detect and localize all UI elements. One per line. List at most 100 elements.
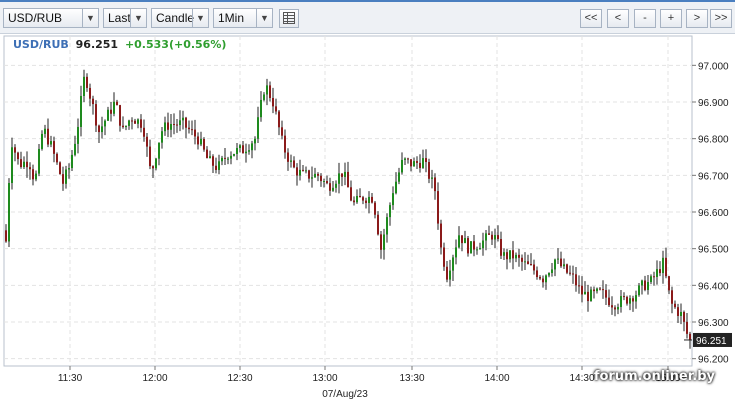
candle-body: [26, 161, 28, 168]
candle-body: [137, 119, 139, 124]
candle-body: [170, 124, 172, 130]
candle-body: [521, 257, 523, 262]
candle-body: [47, 128, 49, 145]
candle-body: [29, 167, 31, 170]
candle-body: [686, 321, 688, 334]
candle-body: [617, 307, 619, 310]
candle-body: [455, 247, 457, 258]
candle-body: [101, 126, 103, 133]
candle-body: [443, 247, 445, 267]
candle-body: [599, 288, 601, 290]
chart-type-label: Candle: [156, 11, 195, 25]
candle-body: [233, 154, 235, 156]
candle-body: [410, 159, 412, 167]
candle-body: [584, 291, 586, 295]
candle-body: [104, 120, 106, 127]
candle-body: [185, 117, 187, 128]
candle-body: [251, 143, 253, 151]
candle-body: [659, 269, 661, 274]
candle-body: [596, 288, 598, 292]
candle-body: [155, 158, 157, 169]
candle-body: [272, 97, 274, 107]
candle-body: [59, 162, 61, 175]
zoom-in-button[interactable]: +: [660, 9, 682, 28]
interval-dropdown[interactable]: 1Min ▼: [213, 8, 273, 28]
candle-body: [470, 241, 472, 254]
candle-body: [575, 274, 577, 286]
candle-body: [44, 128, 46, 134]
scroll-left-button[interactable]: <: [607, 9, 629, 28]
y-tick-label: 96.200: [698, 355, 729, 366]
candle-body: [458, 235, 460, 248]
candle-body: [146, 136, 148, 147]
chart-type-dropdown[interactable]: Candle ▼: [151, 8, 209, 28]
candle-body: [407, 158, 409, 160]
chart-toolbar: USD/RUB ▼ Last ▼ Candle ▼ 1Min ▼ << < - …: [0, 0, 735, 34]
candle-body: [332, 187, 334, 191]
candle-body: [68, 168, 70, 170]
scroll-start-button[interactable]: <<: [580, 9, 602, 28]
candle-body: [320, 175, 322, 182]
candle-body: [464, 238, 466, 244]
x-tick-label: 13:30: [399, 373, 424, 384]
candle-body: [452, 257, 454, 271]
chevron-down-icon: ▼: [192, 9, 208, 27]
candle-body: [653, 276, 655, 278]
candle-body: [38, 148, 40, 174]
candle-body: [494, 235, 496, 240]
candle-body: [605, 290, 607, 298]
candle-body: [365, 200, 367, 204]
candle-body: [380, 234, 382, 250]
candle-body: [626, 296, 628, 304]
candle-body: [425, 158, 427, 163]
candle-body: [515, 254, 517, 259]
candle-body: [677, 307, 679, 316]
y-tick-label: 96.700: [698, 171, 729, 182]
candle-body: [611, 305, 613, 308]
candle-body: [314, 173, 316, 178]
scroll-right-button[interactable]: >: [686, 9, 708, 28]
candle-body: [266, 85, 268, 95]
table-view-button[interactable]: [279, 9, 299, 28]
candle-body: [281, 127, 283, 136]
symbol-dropdown[interactable]: USD/RUB ▼: [3, 8, 99, 28]
candle-body: [134, 120, 136, 124]
candle-body: [179, 120, 181, 126]
candle-body: [479, 248, 481, 250]
candle-body: [158, 142, 160, 159]
candle-body: [590, 289, 592, 302]
candle-body: [635, 295, 637, 302]
candle-body: [113, 101, 115, 114]
candle-body: [62, 174, 64, 184]
candle-body: [218, 161, 220, 170]
candle-body: [623, 296, 625, 298]
candle-body: [557, 258, 559, 260]
candle-body: [227, 158, 229, 160]
scroll-end-button[interactable]: >>: [710, 9, 732, 28]
candle-body: [335, 183, 337, 188]
chart-area[interactable]: 97.000 96.900 96.800 96.700 96.600 96.500 96.4…: [0, 34, 735, 402]
candle-body: [641, 280, 643, 286]
candle-body: [275, 106, 277, 112]
candle-body: [578, 285, 580, 287]
price-type-dropdown[interactable]: Last ▼: [103, 8, 147, 28]
candle-body: [539, 277, 541, 279]
candle-body: [98, 125, 100, 133]
candle-body: [290, 160, 292, 162]
candlestick-chart[interactable]: 97.000 96.900 96.800 96.700 96.600 96.500 96.4…: [0, 34, 735, 402]
candle-body: [386, 217, 388, 235]
candle-body: [194, 129, 196, 137]
candle-body: [41, 133, 43, 149]
candle-body: [5, 230, 7, 242]
zoom-out-button[interactable]: -: [634, 9, 656, 28]
candle-body: [260, 99, 262, 118]
candle-body: [572, 273, 574, 275]
candle-body: [431, 177, 433, 179]
candle-body: [302, 169, 304, 171]
candle-body: [542, 278, 544, 283]
candle-body: [110, 109, 112, 114]
candle-body: [545, 275, 547, 283]
candle-body: [254, 138, 256, 144]
plot-frame: [3, 35, 693, 367]
candle-body: [383, 234, 385, 250]
